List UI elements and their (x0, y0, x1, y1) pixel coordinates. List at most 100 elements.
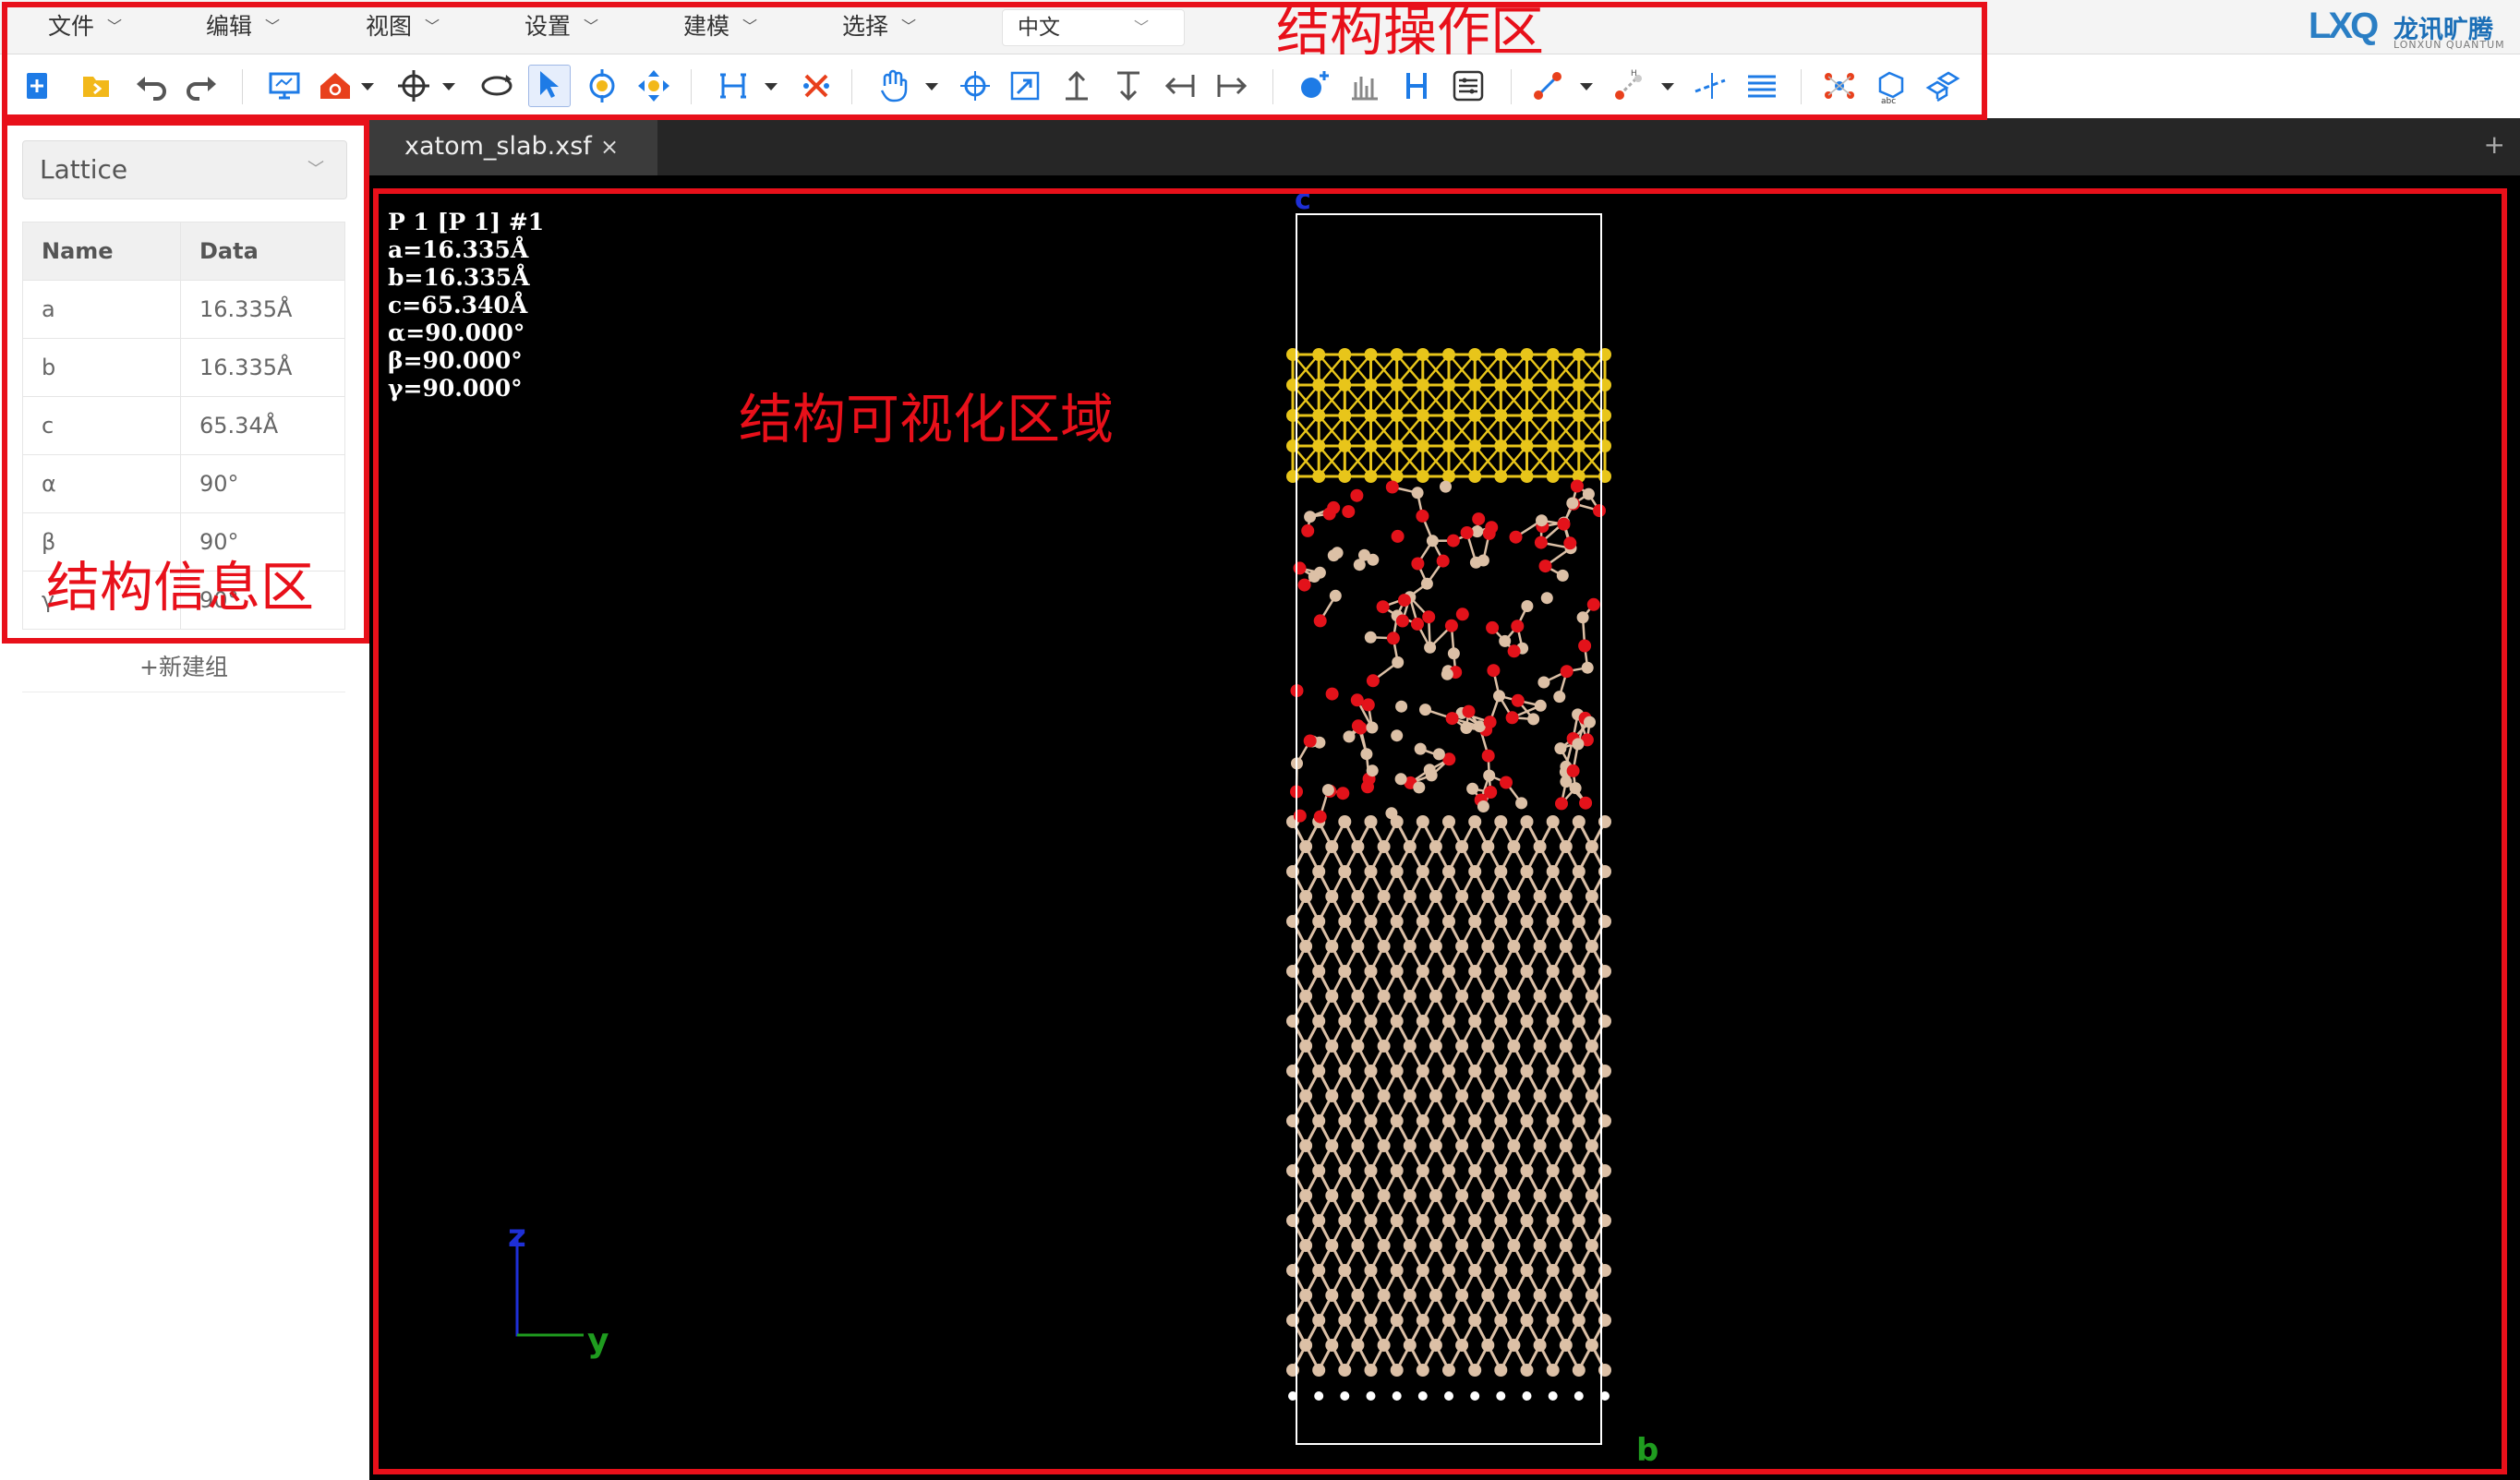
oxygen-atom[interactable] (1416, 509, 1429, 523)
silicon-atom[interactable] (1312, 1214, 1326, 1227)
silicon-atom[interactable] (1299, 1089, 1313, 1102)
silicon-atom[interactable] (1312, 1264, 1326, 1277)
language-select[interactable]: 中文 ﹀ (1002, 9, 1185, 46)
gold-atom[interactable] (1338, 379, 1352, 391)
hydrogen-bond-icon[interactable]: H (1610, 67, 1647, 104)
gold-atom[interactable] (1442, 409, 1455, 422)
cell-data[interactable]: 16.335Å (180, 338, 345, 397)
silicon-atom[interactable] (1481, 1040, 1495, 1053)
silicon-atom[interactable] (1455, 1139, 1469, 1152)
add-atom-icon[interactable] (1295, 67, 1332, 104)
oxygen-atom[interactable] (1376, 600, 1390, 614)
silicon-atom[interactable] (1546, 1164, 1560, 1177)
silicon-atom[interactable] (1338, 815, 1352, 828)
hydrogen-atom[interactable] (1314, 1391, 1324, 1401)
silicon-atom[interactable] (1582, 487, 1595, 500)
rotate-view-icon[interactable] (478, 67, 515, 104)
silicon-atom[interactable] (1312, 1065, 1326, 1077)
silicon-atom[interactable] (1546, 1114, 1560, 1127)
silicon-atom[interactable] (1585, 1239, 1598, 1252)
silicon-atom[interactable] (1520, 1114, 1534, 1127)
silicon-atom[interactable] (1559, 940, 1573, 953)
silicon-atom[interactable] (1403, 940, 1417, 953)
silicon-atom[interactable] (1533, 840, 1547, 853)
silicon-atom[interactable] (1468, 1164, 1482, 1177)
silicon-atom[interactable] (1559, 1040, 1573, 1053)
silicon-atom[interactable] (1481, 840, 1495, 853)
hydrogen-atom[interactable] (1444, 1391, 1453, 1401)
silicon-atom[interactable] (1364, 915, 1378, 928)
select-pointer-icon[interactable] (528, 65, 571, 107)
silicon-atom[interactable] (1507, 890, 1521, 903)
silicon-atom[interactable] (1559, 1189, 1573, 1202)
oxygen-atom[interactable] (1361, 698, 1375, 712)
silicon-atom[interactable] (1325, 1040, 1339, 1053)
scale-icon[interactable] (1007, 67, 1043, 104)
oxygen-atom[interactable] (1511, 693, 1525, 707)
silicon-atom[interactable] (1429, 990, 1442, 1003)
silicon-atom[interactable] (1572, 1065, 1586, 1077)
silicon-atom[interactable] (1455, 1339, 1469, 1352)
left-arrow-icon[interactable] (1162, 67, 1199, 104)
gold-atom[interactable] (1520, 409, 1534, 422)
silicon-atom[interactable] (1585, 840, 1598, 853)
oxygen-atom[interactable] (1391, 529, 1405, 543)
close-icon[interactable]: × (600, 118, 619, 175)
silicon-atom[interactable] (1377, 890, 1391, 903)
silicon-atom[interactable] (1351, 890, 1365, 903)
dropdown-arrow-icon[interactable] (358, 67, 377, 104)
delete-bond-icon[interactable] (798, 67, 835, 104)
hydrogen-atom[interactable] (1522, 1391, 1532, 1401)
silicon-atom[interactable] (1351, 1139, 1365, 1152)
silicon-atom[interactable] (1468, 865, 1482, 878)
oxygen-atom[interactable] (1500, 776, 1513, 789)
silicon-atom[interactable] (1299, 1040, 1313, 1053)
oxygen-atom[interactable] (1336, 787, 1350, 800)
silicon-atom[interactable] (1299, 1239, 1313, 1252)
silicon-atom[interactable] (1338, 1264, 1352, 1277)
silicon-atom[interactable] (1327, 549, 1340, 562)
silicon-atom[interactable] (1585, 940, 1598, 953)
tab-xatom-slab[interactable]: xatom_slab.xsf × (369, 118, 657, 175)
chart-icon[interactable] (1346, 67, 1383, 104)
silicon-atom[interactable] (1414, 742, 1427, 755)
silicon-atom[interactable] (1455, 1089, 1469, 1102)
move-atom-icon[interactable] (957, 67, 994, 104)
menu-modeling[interactable]: 建模 ﹀ (683, 11, 757, 42)
silicon-atom[interactable] (1325, 890, 1339, 903)
silicon-atom[interactable] (1455, 1289, 1469, 1302)
gold-atom[interactable] (1416, 470, 1429, 483)
target-icon[interactable] (395, 67, 432, 104)
gold-atom[interactable] (1572, 379, 1586, 391)
silicon-atom[interactable] (1338, 1164, 1352, 1177)
home-view-icon[interactable] (317, 67, 354, 104)
silicon-atom[interactable] (1507, 1339, 1521, 1352)
gold-atom[interactable] (1364, 348, 1378, 361)
silicon-atom[interactable] (1494, 1264, 1508, 1277)
menu-edit[interactable]: 编辑 ﹀ (206, 11, 280, 42)
oxygen-atom[interactable] (1534, 535, 1548, 549)
silicon-atom[interactable] (1533, 1339, 1547, 1352)
silicon-atom[interactable] (1442, 1065, 1455, 1077)
silicon-atom[interactable] (1390, 915, 1404, 928)
silicon-atom[interactable] (1468, 1364, 1482, 1377)
oxygen-atom[interactable] (1411, 557, 1425, 571)
gold-atom[interactable] (1338, 439, 1352, 452)
silicon-atom[interactable] (1360, 748, 1373, 761)
silicon-atom[interactable] (1312, 1364, 1326, 1377)
oxygen-atom[interactable] (1509, 530, 1523, 544)
silicon-atom[interactable] (1546, 1264, 1560, 1277)
silicon-atom[interactable] (1329, 589, 1342, 602)
silicon-atom[interactable] (1351, 1089, 1365, 1102)
silicon-atom[interactable] (1377, 990, 1391, 1003)
silicon-atom[interactable] (1477, 800, 1489, 812)
oxygen-atom[interactable] (1538, 560, 1552, 573)
silicon-atom[interactable] (1394, 773, 1407, 786)
gold-atom[interactable] (1494, 439, 1508, 452)
silicon-atom[interactable] (1351, 1239, 1365, 1252)
dropdown-arrow-icon[interactable] (1577, 67, 1596, 104)
silicon-atom[interactable] (1481, 890, 1495, 903)
silicon-atom[interactable] (1515, 797, 1528, 810)
silicon-atom[interactable] (1576, 611, 1589, 624)
silicon-atom[interactable] (1572, 738, 1585, 751)
